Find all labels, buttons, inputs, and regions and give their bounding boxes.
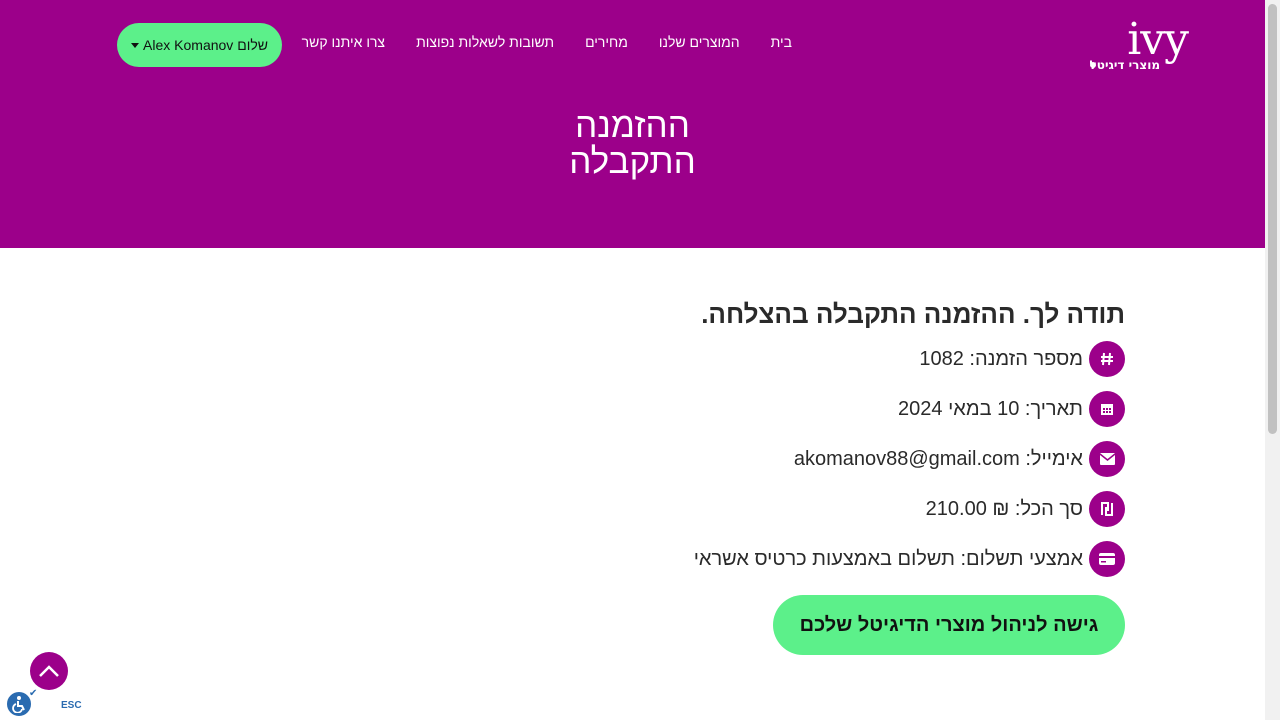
- page-title-line-2: התקבלה: [569, 142, 696, 181]
- page-title-line-1: ההזמנה: [575, 106, 690, 145]
- shekel-icon: [1089, 491, 1125, 527]
- order-payment: אמצעי תשלום: תשלום באמצעות כרטיס אשראי: [693, 547, 1083, 570]
- order-email-row: אימייל: akomanov88@gmail.com: [525, 434, 1125, 484]
- hash-icon: [1089, 341, 1125, 377]
- wheelchair-icon: [12, 696, 25, 713]
- nav-link-contact[interactable]: צרו איתנו קשר: [302, 34, 385, 50]
- thanks-heading: תודה לך. ההזמנה התקבלה בהצלחה.: [701, 299, 1125, 329]
- order-summary: תודה לך. ההזמנה התקבלה בהצלחה. מספר הזמנ…: [525, 294, 1125, 584]
- order-total: סך הכל: ₪ 210.00: [925, 497, 1083, 520]
- esc-label: ESC: [61, 700, 82, 711]
- nav-link-faq[interactable]: תשובות לשאלות נפוצות: [416, 34, 554, 50]
- order-date-row: תאריך: 10 במאי 2024: [525, 384, 1125, 434]
- scroll-to-top-button[interactable]: [30, 652, 68, 690]
- user-menu-button[interactable]: שלום Alex Komanov: [117, 23, 282, 67]
- order-email: אימייל: akomanov88@gmail.com: [793, 447, 1083, 470]
- order-date: תאריך: 10 במאי 2024: [898, 397, 1083, 420]
- order-payment-row: אמצעי תשלום: תשלום באמצעות כרטיס אשראי: [525, 534, 1125, 584]
- envelope-icon: [1089, 441, 1125, 477]
- header: ivy מוצרי דיגיטל בית המוצרים שלנו מחירים…: [0, 0, 1265, 248]
- page-title: ההזמנה התקבלה: [0, 108, 1265, 180]
- order-total-row: סך הכל: ₪ 210.00: [525, 484, 1125, 534]
- user-menu-label: שלום Alex Komanov: [143, 37, 268, 53]
- caret-down-icon: [131, 42, 140, 48]
- calendar-icon: [1089, 391, 1125, 427]
- nav-link-products[interactable]: המוצרים שלנו: [659, 34, 740, 50]
- logo-subtitle: מוצרי דיגיטל: [1089, 58, 1160, 72]
- order-number: מספר הזמנה: 1082: [919, 347, 1083, 370]
- logo-mark: ivy: [1127, 14, 1189, 65]
- nav-link-home[interactable]: בית: [771, 34, 792, 50]
- logo-dot: [1090, 62, 1096, 68]
- order-number-row: מספר הזמנה: 1082: [525, 334, 1125, 384]
- checkmark-icon: ✔: [29, 688, 38, 699]
- manage-products-button[interactable]: גישה לניהול מוצרי הדיגיטל שלכם: [773, 595, 1125, 655]
- chevron-up-icon: [39, 665, 59, 677]
- credit-card-icon: [1089, 541, 1125, 577]
- nav-link-pricing[interactable]: מחירים: [585, 34, 628, 50]
- scrollbar-thumb[interactable]: [1268, 4, 1277, 434]
- nav-links: בית המוצרים שלנו מחירים תשובות לשאלות נפ…: [271, 34, 792, 50]
- logo[interactable]: ivy מוצרי דיגיטל: [1088, 18, 1190, 74]
